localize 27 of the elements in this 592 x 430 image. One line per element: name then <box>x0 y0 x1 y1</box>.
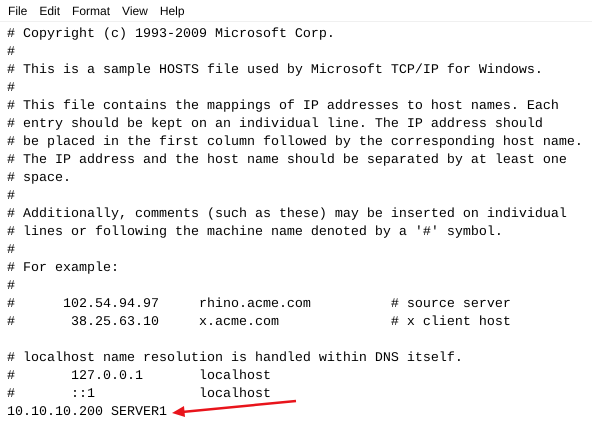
text-line: # ::1 localhost <box>7 386 271 404</box>
text-line: # 102.54.94.97 rhino.acme.com # source server <box>7 296 511 314</box>
text-line: # This is a sample HOSTS file used by Microsoft TCP/IP for Windows. <box>7 62 543 80</box>
menu-item[interactable]: Format <box>66 0 116 22</box>
text-line: 10.10.10.200 SERVER1 <box>7 404 167 422</box>
menu-item[interactable]: Edit <box>33 0 66 22</box>
text-line: # entry should be kept on an individual line. The IP address should <box>7 116 543 134</box>
text-line: # The IP address and the host name should be separated by at least one <box>7 152 567 170</box>
text-line: # <box>7 44 15 62</box>
text-line: # Copyright (c) 1993-2009 Microsoft Corp. <box>7 26 335 44</box>
menu-item[interactable]: File <box>2 0 34 22</box>
text-line: # Additionally, comments (such as these) may be inserted on individual <box>7 206 567 224</box>
text-line: # space. <box>7 170 71 188</box>
text-line: # <box>7 278 15 296</box>
text-line: # 127.0.0.1 localhost <box>7 368 271 386</box>
text-line: # This file contains the mappings of IP addresses to host names. Each <box>7 98 559 116</box>
text-line: # <box>7 188 15 206</box>
menu-item[interactable]: View <box>116 0 154 22</box>
text-line: # <box>7 242 15 260</box>
text-line: # <box>7 80 15 98</box>
text-line: # be placed in the first column followed by the corresponding host name. <box>7 134 583 152</box>
arrow-icon <box>170 398 298 418</box>
text-line: # 38.25.63.10 x.acme.com # x client host <box>7 314 511 332</box>
menu-item[interactable]: Help <box>154 0 191 22</box>
text-line: # lines or following the machine name denoted by a '#' symbol. <box>7 224 503 242</box>
text-line: # For example: <box>7 260 119 278</box>
text-line: # localhost name resolution is handled within DNS itself. <box>7 350 463 368</box>
